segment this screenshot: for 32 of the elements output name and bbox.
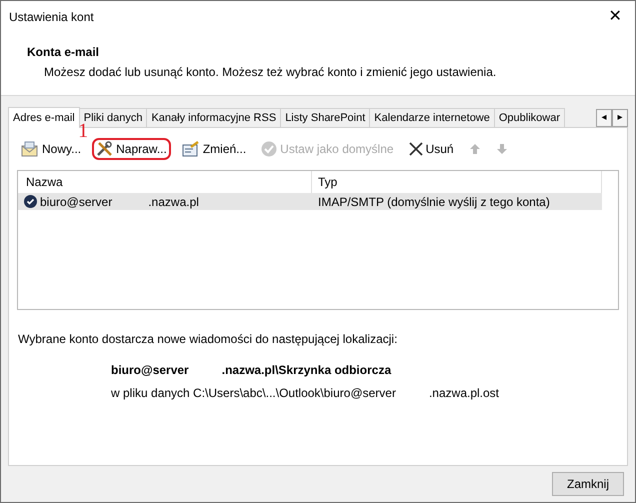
delivery-folder: .nazwa.pl\Skrzynka odbiorcza: [222, 362, 392, 379]
toolbar-button[interactable]: Usuń: [404, 138, 458, 160]
arrow-up-icon: [468, 143, 481, 155]
data-file-path: w pliku danych C:\Users\abc\...\Outlook\biuro@server: [111, 385, 396, 402]
tab[interactable]: Listy SharePoint: [281, 108, 370, 127]
tab[interactable]: Opublikowar: [494, 108, 566, 127]
toolbar-button[interactable]: Zmień...: [178, 138, 250, 160]
data-file-path: .nazwa.pl.ost: [428, 385, 500, 402]
tab-scroll-button[interactable]: ◂: [596, 109, 612, 127]
toolbar-button[interactable]: Napraw...: [92, 138, 171, 160]
close-icon: [408, 142, 423, 156]
account-name: .nazwa.pl: [148, 194, 199, 210]
tab[interactable]: Kalendarze internetowe: [370, 108, 495, 127]
card-edit-icon: [182, 141, 200, 157]
section-description: Możesz dodać lub usunąć konto. Możesz też wybrać konto i zmienić jego ustawienia.: [43, 64, 498, 81]
toolbar-button[interactable]: Nowy...: [17, 138, 86, 160]
account-row[interactable]: biuro@server .nazwa.pl IMAP/SMTP (domyślnie wyślij z tego konta): [18, 193, 602, 210]
delivery-intro: Wybrane konto dostarcza nowe wiadomości do następującej lokalizacji:: [17, 331, 398, 348]
arrow-down-icon: [496, 143, 508, 155]
close-dialog-button[interactable]: Zamknij: [552, 472, 624, 496]
envelope-icon: [21, 141, 39, 157]
check-circle-icon: [261, 141, 278, 157]
tab[interactable]: Kanały informacyjne RSS: [147, 108, 282, 127]
account-name: biuro@server: [40, 194, 112, 210]
account-type: IMAP/SMTP (domyślnie wyślij z tego konta): [317, 194, 550, 210]
window-title: Ustawienia kont: [9, 9, 94, 26]
section-title: Konta e-mail: [27, 44, 100, 61]
tab[interactable]: Adres e-mail: [8, 107, 80, 128]
close-button[interactable]: ✕: [595, 1, 635, 33]
delivery-folder: biuro@server: [111, 362, 189, 379]
tools-icon: [96, 141, 114, 157]
tab-scroll-button[interactable]: ▸: [612, 109, 628, 127]
